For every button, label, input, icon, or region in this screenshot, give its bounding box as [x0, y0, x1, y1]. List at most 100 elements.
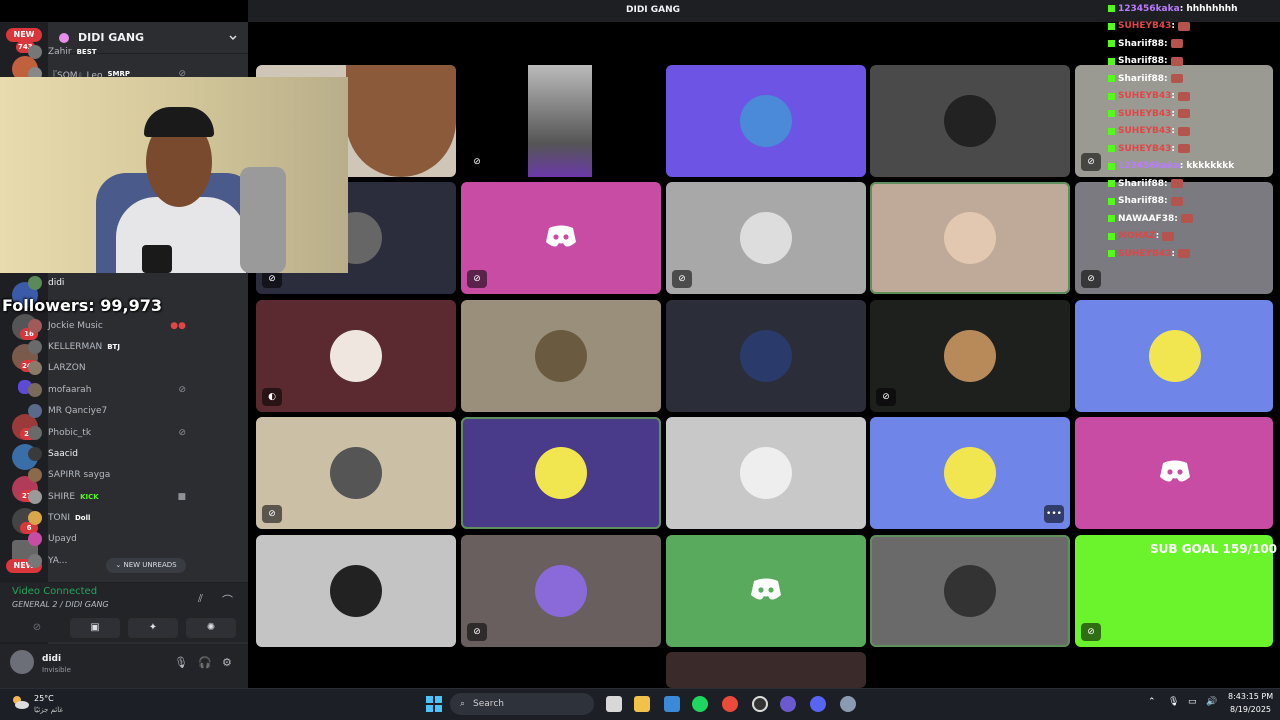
video-tile[interactable]: ⊘: [461, 535, 661, 647]
video-tile[interactable]: ⊘: [256, 417, 456, 529]
chat-separator: :: [1171, 91, 1175, 101]
chat-message: Shariif88 :: [1108, 193, 1183, 210]
video-tile[interactable]: [1075, 300, 1273, 412]
video-tile[interactable]: [666, 300, 866, 412]
voice-status[interactable]: Video Connected: [12, 586, 97, 597]
video-tile[interactable]: ⊘: [461, 65, 661, 177]
clock-time[interactable]: 8:43:15 PM: [1228, 692, 1273, 701]
video-tile[interactable]: ⊘: [666, 182, 866, 294]
screen-share-button[interactable]: ▣: [70, 618, 120, 638]
member-item[interactable]: MR Qanciye7: [28, 401, 196, 421]
member-item[interactable]: SHIRE KICK ■: [28, 487, 196, 507]
disconnect-icon[interactable]: ⌒: [222, 592, 233, 608]
video-tile[interactable]: ⊘: [461, 182, 661, 294]
member-item[interactable]: Upayd: [28, 529, 196, 549]
video-tile[interactable]: •••: [870, 417, 1070, 529]
taskbar-search[interactable]: ⌕ Search: [450, 693, 594, 715]
voice-channel[interactable]: GENERAL 2 / DIDI GANG: [12, 600, 109, 609]
member-name: Jockie Music: [48, 321, 103, 331]
video-tile[interactable]: [256, 535, 456, 647]
member-name: YA...: [48, 556, 68, 566]
member-item[interactable]: SAPIRR sayga: [28, 465, 196, 485]
video-tile[interactable]: [666, 652, 866, 688]
more-options-icon[interactable]: •••: [1044, 505, 1064, 523]
task-view-icon[interactable]: [606, 696, 622, 712]
video-tile[interactable]: ◐: [256, 300, 456, 412]
avatar: [944, 447, 996, 499]
spotify-icon[interactable]: [692, 696, 708, 712]
user-avatar[interactable]: [10, 650, 34, 674]
avatar: [28, 468, 42, 482]
new-badge[interactable]: NEW: [6, 28, 42, 42]
emote-icon: [1177, 91, 1190, 101]
chevron-up-icon[interactable]: ⌃: [1148, 697, 1156, 707]
member-item[interactable]: TONI Doll: [28, 508, 196, 528]
new-unreads-button[interactable]: ⌄ NEW UNREADS: [106, 558, 186, 573]
windows-start-icon[interactable]: [426, 696, 442, 712]
member-item[interactable]: Saacid: [28, 444, 196, 464]
avatar: [944, 95, 996, 147]
mic-muted-icon: ⊘: [262, 505, 282, 523]
video-tile[interactable]: ⊘: [870, 300, 1070, 412]
sub-goal-counter: SUB GOAL 159/100: [1150, 542, 1278, 556]
emote-icon: [1177, 249, 1190, 258]
settings-icon[interactable]: [840, 696, 856, 712]
chat-separator: :: [1171, 143, 1175, 154]
weather-icon[interactable]: [10, 694, 30, 710]
member-item[interactable]: didi: [28, 273, 196, 293]
file-explorer-icon[interactable]: [634, 696, 650, 712]
noise-suppression-icon[interactable]: ⫽: [198, 592, 203, 606]
discord-logo-icon: [1160, 460, 1190, 482]
microphone-icon[interactable]: 🎙: [174, 656, 188, 669]
volume-icon[interactable]: 🔊: [1206, 697, 1217, 707]
member-item[interactable]: Phobic_tk ⊘: [28, 423, 196, 443]
video-tile[interactable]: [870, 182, 1070, 294]
search-icon: ⌕: [460, 699, 466, 709]
microphone-icon[interactable]: 🎙: [1168, 697, 1179, 707]
member-item[interactable]: KELLERMAN BTJ: [28, 337, 196, 357]
video-tile[interactable]: [870, 535, 1070, 647]
member-item[interactable]: Zahir BEST: [28, 42, 196, 62]
video-tile[interactable]: [666, 65, 866, 177]
camera-off-button[interactable]: ⊘: [12, 618, 62, 638]
chat-username: SUHEYB43: [1118, 248, 1172, 259]
activities-button[interactable]: ✦: [128, 618, 178, 638]
member-item[interactable]: LARZON: [28, 358, 196, 378]
member-item[interactable]: mofaarah ⊘: [28, 380, 196, 400]
chat-separator: :: [1179, 3, 1184, 14]
member-item[interactable]: Jockie Music ●●: [28, 316, 196, 336]
microsoft-store-icon[interactable]: [664, 696, 680, 712]
headphones-icon[interactable]: 🎧: [198, 656, 212, 669]
soundboard-button[interactable]: ✺: [186, 618, 236, 638]
user-name[interactable]: didi: [42, 654, 61, 664]
chrome-icon[interactable]: [722, 696, 738, 712]
avatar: [740, 330, 792, 382]
member-name: LARZON: [48, 363, 86, 373]
emote-icon: [1180, 214, 1193, 223]
mic-muted-icon: ⊘: [672, 270, 692, 288]
video-tile[interactable]: [870, 65, 1070, 177]
weather-temperature[interactable]: 25°C: [34, 694, 54, 703]
settings-icon[interactable]: ⚙: [222, 656, 232, 669]
chat-separator: :: [1155, 231, 1160, 241]
video-tile[interactable]: [1075, 417, 1273, 529]
video-tile[interactable]: [666, 535, 866, 647]
chat-username: 123456kaka: [1118, 161, 1180, 171]
avatar: [28, 490, 42, 504]
video-tile[interactable]: [461, 417, 661, 529]
emote-icon: [1170, 196, 1183, 206]
chat-text: kkkkkkkk: [1186, 161, 1235, 171]
video-tile[interactable]: [666, 417, 866, 529]
emote-icon: [1177, 144, 1190, 153]
chat-username: MOHAZ: [1118, 231, 1156, 241]
kick-badge-icon: [1108, 180, 1115, 187]
video-tile[interactable]: [461, 300, 661, 412]
app-icon[interactable]: [780, 696, 796, 712]
chevron-down-icon[interactable]: [228, 33, 238, 43]
weather-condition: غائم جزئيًا: [34, 706, 64, 714]
discord-icon[interactable]: [810, 696, 826, 712]
camera-icon: ■: [177, 492, 186, 502]
clock-date[interactable]: 8/19/2025: [1230, 705, 1271, 714]
network-icon[interactable]: ▭: [1188, 697, 1197, 707]
obs-icon[interactable]: [752, 696, 768, 712]
